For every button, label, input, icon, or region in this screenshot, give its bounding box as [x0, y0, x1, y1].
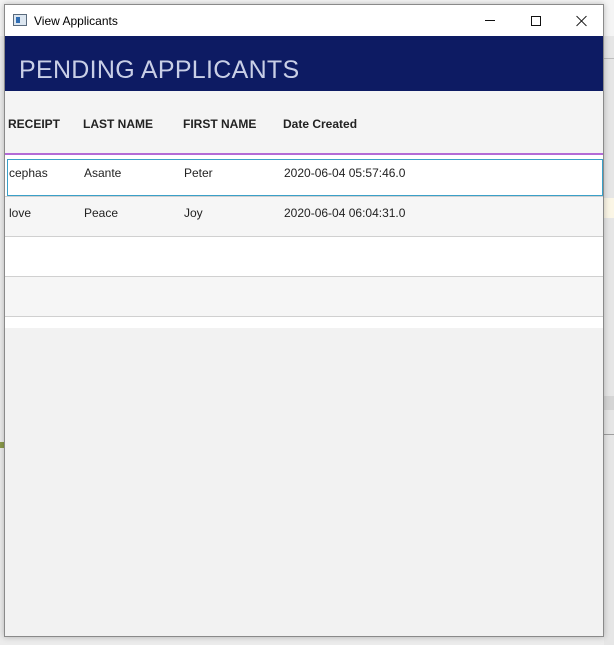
- background-divider: [604, 58, 614, 59]
- table-row[interactable]: cephas Asante Peter 2020-06-04 05:57:46.…: [5, 157, 603, 197]
- column-header-receipt[interactable]: RECEIPT: [8, 117, 60, 131]
- window-body-empty-area: [5, 328, 603, 634]
- close-button[interactable]: [559, 5, 605, 36]
- page-title: PENDING APPLICANTS: [19, 56, 300, 84]
- column-header-first-name[interactable]: FIRST NAME: [183, 117, 256, 131]
- minimize-button[interactable]: [467, 5, 513, 36]
- table-row[interactable]: love Peace Joy 2020-06-04 06:04:31.0: [5, 197, 603, 237]
- column-header-last-name[interactable]: LAST NAME: [83, 117, 153, 131]
- cell-last-name: Asante: [84, 166, 122, 180]
- cell-date-created: 2020-06-04 06:04:31.0: [284, 206, 406, 220]
- empty-table-row[interactable]: [5, 237, 603, 277]
- cell-first-name: Peter: [184, 166, 213, 180]
- title-bar[interactable]: View Applicants: [5, 5, 603, 36]
- cell-date-created: 2020-06-04 05:57:46.0: [284, 166, 406, 180]
- cell-first-name: Joy: [184, 206, 203, 220]
- app-window-icon: [13, 14, 27, 26]
- minimize-icon: [485, 20, 495, 21]
- window-title: View Applicants: [34, 14, 118, 28]
- cell-receipt: love: [9, 206, 32, 220]
- background-highlight: [604, 198, 614, 218]
- background-divider: [604, 434, 614, 435]
- cell-receipt: cephas: [9, 166, 48, 180]
- table-header: RECEIPT LAST NAME FIRST NAME Date Create…: [5, 91, 603, 155]
- background-app-fragment-right: [604, 36, 614, 645]
- maximize-icon: [531, 15, 541, 26]
- header-banner: PENDING APPLICANTS: [5, 36, 603, 91]
- close-icon: [576, 15, 588, 27]
- column-header-date-created[interactable]: Date Created: [283, 117, 357, 131]
- cell-last-name: Peace: [84, 206, 119, 220]
- maximize-button[interactable]: [513, 5, 559, 36]
- background-tab: [604, 396, 614, 410]
- empty-table-row[interactable]: [5, 277, 603, 317]
- view-applicants-window: View Applicants PENDING APPLICANTS RECEI…: [4, 4, 604, 637]
